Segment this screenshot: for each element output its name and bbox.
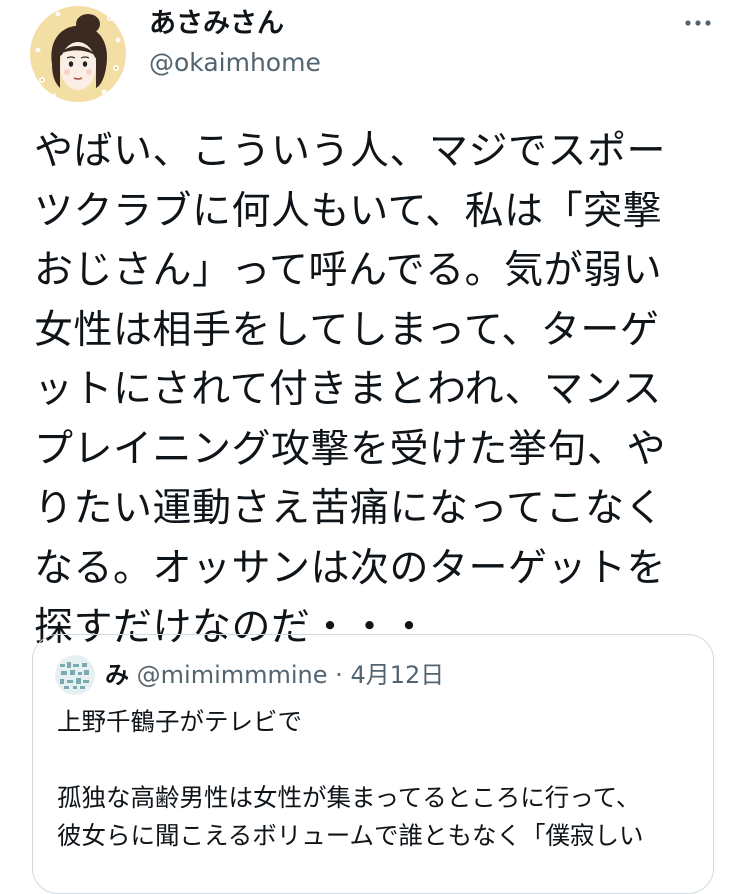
tweet-text-line: なる。オッサンは次のターゲットを bbox=[34, 545, 667, 591]
quoted-author-handle[interactable]: @mimimmmine bbox=[137, 661, 328, 689]
tweet-text-line: やばい、こういう人、マジでスポー bbox=[34, 129, 667, 174]
tweet-text-line: プレイニング攻撃を受けた挙句、や bbox=[34, 426, 667, 472]
quoted-author-avatar[interactable] bbox=[55, 655, 95, 695]
author-handle[interactable]: @okaimhome bbox=[149, 45, 321, 81]
tweet-text-line: ットにされて付きまとわれ、マンス bbox=[34, 367, 662, 412]
quoted-avatar-illustration bbox=[55, 655, 95, 695]
quoted-text-line: 彼女らに聞こえるボリュームで誰ともなく「僕寂しい bbox=[57, 821, 644, 850]
author-avatar[interactable] bbox=[30, 6, 126, 102]
separator-dot: · bbox=[335, 661, 343, 689]
author-display-name[interactable]: あさみさん bbox=[149, 6, 284, 42]
quoted-tweet-card[interactable]: み @mimimmmine · 4月12日 上野千鶴子がテレビで 孤独な高齢男性… bbox=[32, 634, 714, 894]
more-horizontal-icon bbox=[685, 20, 711, 26]
quoted-tweet-text: 上野千鶴子がテレビで 孤独な高齢男性は女性が集まってるところに行って、 彼女らに… bbox=[57, 703, 697, 855]
quoted-tweet-header: み @mimimmmine · 4月12日 bbox=[105, 655, 444, 695]
quoted-tweet-date[interactable]: 4月12日 bbox=[350, 661, 444, 689]
quoted-text-line: 孤独な高齢男性は女性が集まってるところに行って、 bbox=[57, 783, 641, 812]
tweet-text-line: 女性は相手をしてしまって、ターゲ bbox=[34, 307, 660, 353]
tweet-text-line: ツクラブに何人もいて、私は「突撃 bbox=[34, 188, 663, 234]
tweet-text-line: りたい運動さえ苦痛になってこなく bbox=[34, 486, 665, 531]
more-options-button[interactable] bbox=[676, 8, 720, 38]
tweet-text: やばい、こういう人、マジでスポー ツクラブに何人もいて、私は「突撃 おじさん」っ… bbox=[34, 122, 724, 658]
tweet-text-line: おじさん」って呼んでる。気が弱い bbox=[34, 248, 663, 293]
quoted-text-blank-line bbox=[57, 741, 697, 779]
quoted-author-name[interactable]: み bbox=[105, 661, 129, 689]
quoted-text-line: 上野千鶴子がテレビで bbox=[57, 707, 302, 736]
author-avatar-illustration bbox=[30, 6, 126, 102]
